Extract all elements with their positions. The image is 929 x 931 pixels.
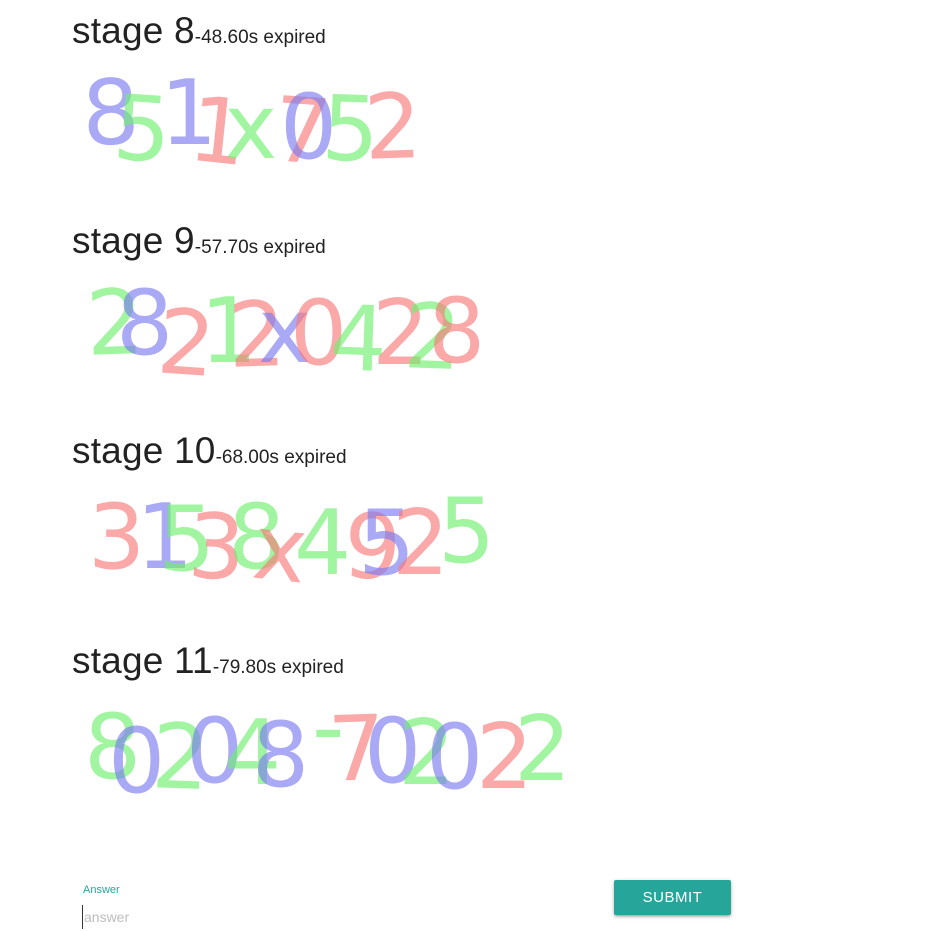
stage-9-captcha-image: 28212x04228 xyxy=(84,270,485,398)
captcha-glyph: 2 xyxy=(362,74,423,181)
stage-11-heading: stage 11-79.80s expired xyxy=(72,640,344,682)
stage-10-heading: stage 10-68.00s expired xyxy=(72,430,347,472)
captcha-glyph: x xyxy=(224,75,277,180)
captcha-glyph: 8 xyxy=(252,703,309,808)
captcha-glyph: 8 xyxy=(428,279,485,384)
captcha-glyph: 0 xyxy=(426,705,483,810)
stage-11-captcha-image: 802048 -702022 xyxy=(84,675,571,814)
submit-button[interactable]: SUBMIT xyxy=(614,880,731,915)
stage-title: stage 9 xyxy=(72,220,195,261)
answer-input[interactable] xyxy=(82,905,584,929)
captcha-page: stage 8-48.60s expired 8511x7052 stage 9… xyxy=(0,0,929,931)
stage-timer: -48.60s expired xyxy=(194,27,326,48)
stage-title: stage 11 xyxy=(72,640,213,681)
stage-8-captcha-image: 8511x7052 xyxy=(80,60,423,187)
stage-8-heading: stage 8-48.60s expired xyxy=(72,10,326,52)
stage-timer: -57.70s expired xyxy=(194,237,326,258)
stage-9-heading: stage 9-57.70s expired xyxy=(72,220,326,262)
captcha-glyph: 2 xyxy=(514,697,571,802)
stage-timer: -68.00s expired xyxy=(215,447,347,468)
captcha-glyph: 5 xyxy=(438,479,495,584)
stage-title: stage 10 xyxy=(72,430,216,471)
stage-title: stage 8 xyxy=(72,10,195,51)
stage-10-captcha-image: 31538x49525 xyxy=(88,479,495,605)
answer-label: Answer xyxy=(83,884,120,896)
